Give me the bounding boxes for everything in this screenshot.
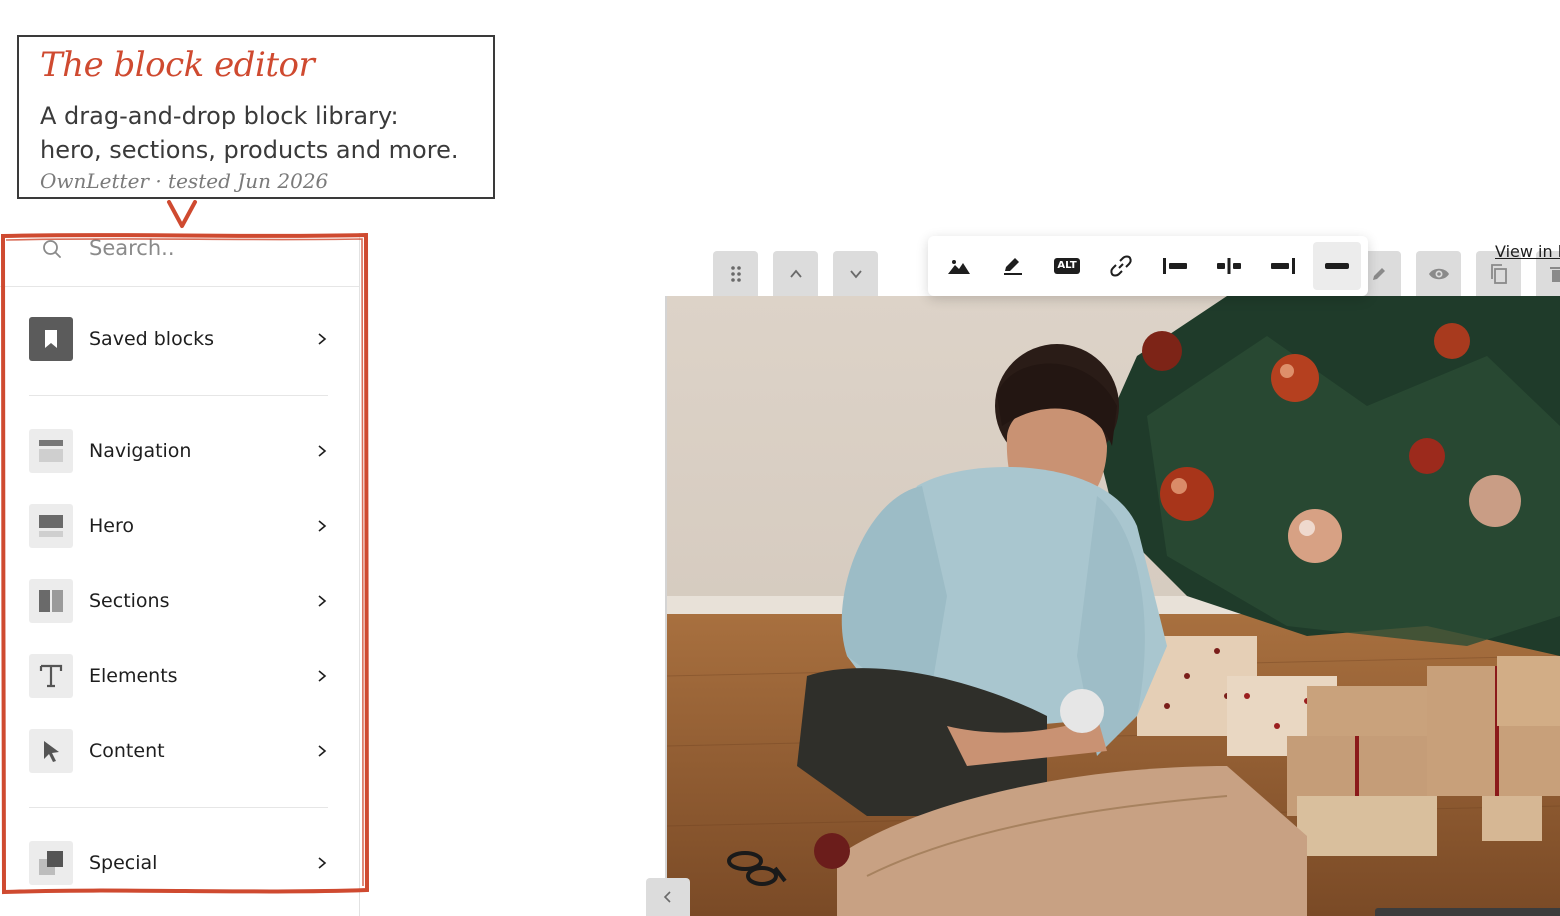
photo-image <box>667 296 1560 916</box>
sidebar-item-sections[interactable]: Sections <box>29 578 334 624</box>
edit-image-icon <box>1004 258 1022 275</box>
align-left-icon <box>1163 258 1187 274</box>
delete-trash-icon <box>1550 266 1560 282</box>
align-center-button[interactable] <box>1205 242 1253 290</box>
align-left-button[interactable] <box>1151 242 1199 290</box>
link-button[interactable] <box>1097 242 1145 290</box>
search-icon <box>43 240 61 258</box>
sidebar-item-hero[interactable]: Hero <box>29 503 334 549</box>
divider <box>29 395 328 396</box>
image-toolbar: ALT <box>928 236 1368 296</box>
edit-image-button[interactable] <box>989 242 1037 290</box>
move-up-button[interactable] <box>773 251 818 296</box>
chevron-right-icon <box>318 857 327 869</box>
block-library-sidebar: Saved blocks Navigation Hero Sections El… <box>0 233 360 916</box>
full-width-button[interactable] <box>1313 242 1361 290</box>
sidebar-item-label: Elements <box>89 665 178 687</box>
search-input[interactable] <box>89 233 329 264</box>
chevron-left-icon <box>663 891 671 903</box>
image-dimensions-badge <box>1375 908 1560 916</box>
full-width-icon <box>1325 263 1349 269</box>
sidebar-item-label: Saved blocks <box>89 328 215 350</box>
align-right-icon <box>1271 258 1295 274</box>
bookmark-icon <box>29 317 73 361</box>
alt-text-icon: ALT <box>1054 258 1080 274</box>
drag-handle-button[interactable] <box>713 251 758 296</box>
sidebar-item-label: Navigation <box>89 440 192 462</box>
sidebar-item-label: Hero <box>89 515 134 537</box>
link-icon <box>1110 255 1132 277</box>
hero-block-icon <box>29 504 73 548</box>
alt-badge-label: ALT <box>1057 260 1077 271</box>
navigation-block-icon <box>29 429 73 473</box>
drag-handle-icon <box>730 265 741 282</box>
chevron-right-icon <box>318 670 327 682</box>
callout-description-line-2: hero, sections, products and more. <box>40 136 459 164</box>
callout-title: The block editor <box>40 45 315 85</box>
chevron-right-icon <box>318 520 327 532</box>
sections-block-icon <box>29 579 73 623</box>
text-element-icon <box>29 654 73 698</box>
chevron-right-icon <box>318 333 327 345</box>
sidebar-item-navigation[interactable]: Navigation <box>29 428 334 474</box>
special-blocks-icon <box>29 841 73 885</box>
sidebar-item-content[interactable]: Content <box>29 728 334 774</box>
callout-description-line-1: A drag-and-drop block library: <box>40 102 399 130</box>
sidebar-item-saved-blocks[interactable]: Saved blocks <box>29 316 334 362</box>
cursor-pointer-icon <box>29 729 73 773</box>
view-link[interactable]: View in b <box>1495 242 1560 261</box>
sidebar-item-special[interactable]: Special <box>29 840 334 886</box>
callout-source: OwnLetter · tested Jun 2026 <box>40 169 329 193</box>
annotation-callout: The block editor A drag-and-drop block l… <box>17 35 495 199</box>
visibility-eye-icon <box>1428 268 1449 279</box>
alt-text-button[interactable]: ALT <box>1043 242 1091 290</box>
chevron-right-icon <box>318 745 327 757</box>
edit-pencil-icon <box>1372 267 1385 280</box>
sidebar-item-label: Special <box>89 852 158 874</box>
sidebar-item-label: Sections <box>89 590 170 612</box>
divider <box>29 807 328 808</box>
sidebar-item-label: Content <box>89 740 165 762</box>
sidebar-item-elements[interactable]: Elements <box>29 653 334 699</box>
duplicate-icon <box>1490 263 1507 284</box>
image-block[interactable] <box>667 296 1560 916</box>
replace-image-button[interactable] <box>935 242 983 290</box>
replace-image-icon <box>948 260 970 274</box>
chevron-right-icon <box>318 595 327 607</box>
align-right-button[interactable] <box>1259 242 1307 290</box>
move-up-icon <box>789 269 802 278</box>
search-bar <box>0 233 359 287</box>
align-center-icon <box>1217 258 1241 274</box>
chevron-right-icon <box>318 445 327 457</box>
move-down-icon <box>849 269 862 278</box>
callout-pointer-icon <box>167 200 197 228</box>
callout-description: A drag-and-drop block library: hero, sec… <box>40 99 480 167</box>
collapse-panel-button[interactable] <box>646 878 690 916</box>
move-down-button[interactable] <box>833 251 878 296</box>
visibility-button[interactable] <box>1416 251 1461 296</box>
